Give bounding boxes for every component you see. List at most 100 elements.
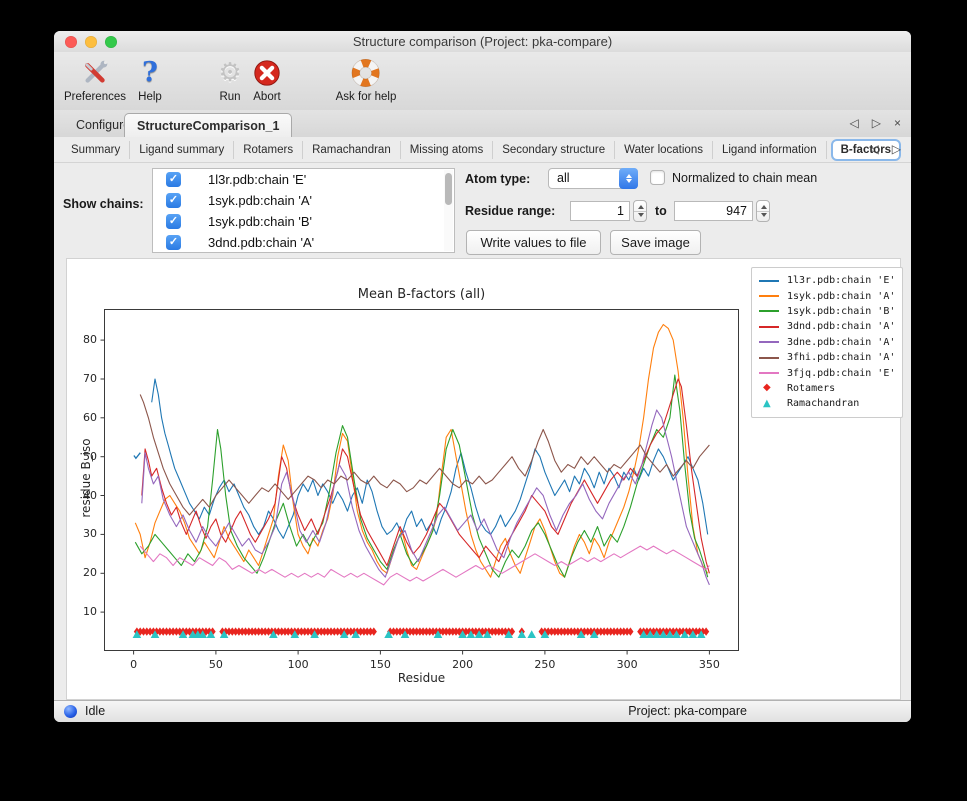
y-tick-label: 30 [71, 527, 97, 540]
run-label: Run [219, 91, 240, 103]
x-tick-label: 50 [196, 658, 236, 671]
tab-summary[interactable]: Summary [62, 141, 130, 159]
tab-secondary-structure[interactable]: Secondary structure [493, 141, 615, 159]
chart-x-axis-label: Residue [104, 671, 739, 685]
run-button[interactable]: ⚙ Run [218, 55, 241, 103]
abort-button[interactable]: Abort [252, 55, 282, 103]
legend-line-swatch [759, 310, 781, 312]
legend-entry: 3fjq.pdb:chain 'E' [759, 365, 895, 380]
atom-type-dropdown[interactable]: all [548, 168, 638, 189]
tab-rotamers[interactable]: Rotamers [234, 141, 303, 159]
legend-line-swatch [759, 295, 781, 297]
legend-entry: ▲ Ramachandran [759, 396, 895, 411]
to-label: to [655, 204, 667, 218]
subtab-prev-icon[interactable]: ◁ [870, 142, 879, 156]
ask-for-help-button[interactable]: Ask for help [336, 55, 397, 103]
save-image-button[interactable]: Save image [610, 230, 701, 255]
chain-checkbox[interactable]: ✓ [166, 235, 181, 250]
sub-tab-nav: ◁ ▷ [870, 142, 901, 156]
residue-to-stepper[interactable] [756, 200, 770, 222]
legend-label: 3dne.pdb:chain 'A' [787, 337, 895, 348]
chain-label: 1syk.pdb:chain 'A' [208, 193, 312, 208]
bfactor-chart-panel: Mean B-factors (all) residue B_iso Resid… [66, 258, 901, 700]
abort-x-icon [252, 55, 282, 91]
scrollbar-thumb[interactable] [445, 173, 452, 205]
main-tab-nav: ◁ ▷ × [850, 116, 901, 130]
y-tick-label: 40 [71, 489, 97, 502]
help-label: Help [138, 91, 162, 103]
legend-line-swatch [759, 326, 781, 328]
help-button[interactable]: ? Help [138, 55, 162, 103]
tab-ligand-summary[interactable]: Ligand summary [130, 141, 234, 159]
tab-structure-comparison-1[interactable]: StructureComparison_1 [124, 113, 292, 138]
normalized-label: Normalized to chain mean [672, 171, 817, 185]
tab-water-locations[interactable]: Water locations [615, 141, 713, 159]
title-bar[interactable]: Structure comparison (Project: pka-compa… [54, 31, 911, 52]
x-tick-label: 100 [278, 658, 318, 671]
toolbar: Preferences ? Help ⚙ Run Abort [54, 52, 911, 111]
x-tick-label: 150 [360, 658, 400, 671]
preferences-label: Preferences [64, 91, 126, 103]
residue-from-stepper[interactable] [633, 200, 647, 222]
preferences-button[interactable]: Preferences [64, 55, 126, 103]
normalized-checkbox[interactable] [650, 170, 665, 185]
residue-to-input[interactable] [674, 201, 753, 221]
legend-label: Ramachandran [787, 398, 859, 409]
subtab-next-icon[interactable]: ▷ [892, 142, 901, 156]
y-tick-label: 80 [71, 333, 97, 346]
app-window: Structure comparison (Project: pka-compa… [54, 31, 911, 722]
tab-missing-atoms[interactable]: Missing atoms [401, 141, 494, 159]
show-chains-label: Show chains: [63, 197, 144, 211]
chain-checkbox[interactable]: ✓ [166, 193, 181, 208]
chain-list-scrollbar[interactable] [444, 170, 453, 251]
legend-entry: 3dne.pdb:chain 'A' [759, 335, 895, 350]
legend-label: 3fjq.pdb:chain 'E' [787, 368, 895, 379]
chain-checkbox[interactable]: ✓ [166, 214, 181, 229]
status-dot-icon [64, 705, 77, 718]
legend-label: 1l3r.pdb:chain 'E' [787, 275, 895, 286]
desktop-background: Structure comparison (Project: pka-compa… [0, 0, 967, 801]
controls-panel: Show chains: ✓1l3r.pdb:chain 'E'✓1syk.pd… [54, 163, 911, 258]
chain-list-item[interactable]: ✓1l3r.pdb:chain 'E' [153, 169, 454, 190]
x-tick-label: 300 [607, 658, 647, 671]
x-tick-label: 0 [114, 658, 154, 671]
chart-legend: 1l3r.pdb:chain 'E' 1syk.pdb:chain 'A' 1syk… [751, 267, 903, 418]
main-tab-bar: Configure StructureComparison_1 ◁ ▷ × [54, 110, 911, 138]
tab-next-icon[interactable]: ▷ [872, 116, 881, 130]
legend-entry: 1syk.pdb:chain 'A' [759, 288, 895, 303]
chain-list-item[interactable]: ✓1syk.pdb:chain 'B' [153, 211, 454, 232]
legend-entry: ◆Rotamers [759, 381, 895, 396]
ask-for-help-label: Ask for help [336, 91, 397, 103]
write-values-button[interactable]: Write values to file [466, 230, 601, 255]
tab-prev-icon[interactable]: ◁ [850, 116, 859, 130]
abort-label: Abort [253, 91, 281, 103]
legend-diamond-icon: ◆ [759, 383, 781, 393]
legend-entry: 1l3r.pdb:chain 'E' [759, 273, 895, 288]
legend-label: 1syk.pdb:chain 'B' [787, 306, 895, 317]
question-mark-icon: ? [142, 55, 158, 91]
x-tick-label: 350 [689, 658, 729, 671]
legend-line-swatch [759, 357, 781, 359]
window-title: Structure comparison (Project: pka-compa… [54, 31, 911, 52]
chain-checkbox[interactable]: ✓ [166, 172, 181, 187]
tab-close-icon[interactable]: × [894, 116, 901, 130]
status-text: Idle [85, 704, 105, 718]
tab-ligand-information[interactable]: Ligand information [713, 141, 827, 159]
residue-from-input[interactable] [570, 201, 630, 221]
chart-y-axis-label: residue B_iso [79, 433, 93, 523]
chain-list-item[interactable]: ✓ 1syk.pdb:chain 'A' [153, 190, 454, 211]
legend-triangle-icon: ▲ [759, 399, 781, 409]
legend-label: 1syk.pdb:chain 'A' [787, 291, 895, 302]
legend-line-swatch [759, 341, 781, 343]
lifebuoy-icon [351, 55, 381, 91]
status-bar: Idle Project: pka-compare [54, 700, 911, 722]
legend-entry: 3dnd.pdb:chain 'A' [759, 319, 895, 334]
gear-icon: ⚙ [218, 55, 241, 91]
atom-type-value: all [557, 171, 570, 185]
chain-list[interactable]: ✓1l3r.pdb:chain 'E'✓1syk.pdb:chain 'A'✓1… [152, 168, 455, 253]
tab-ramachandran[interactable]: Ramachandran [303, 141, 401, 159]
legend-entry: 1syk.pdb:chain 'B' [759, 304, 895, 319]
atom-type-label: Atom type: [465, 172, 530, 186]
dropdown-arrows-icon [619, 168, 638, 189]
chain-list-item[interactable]: ✓3dnd.pdb:chain 'A' [153, 232, 454, 253]
